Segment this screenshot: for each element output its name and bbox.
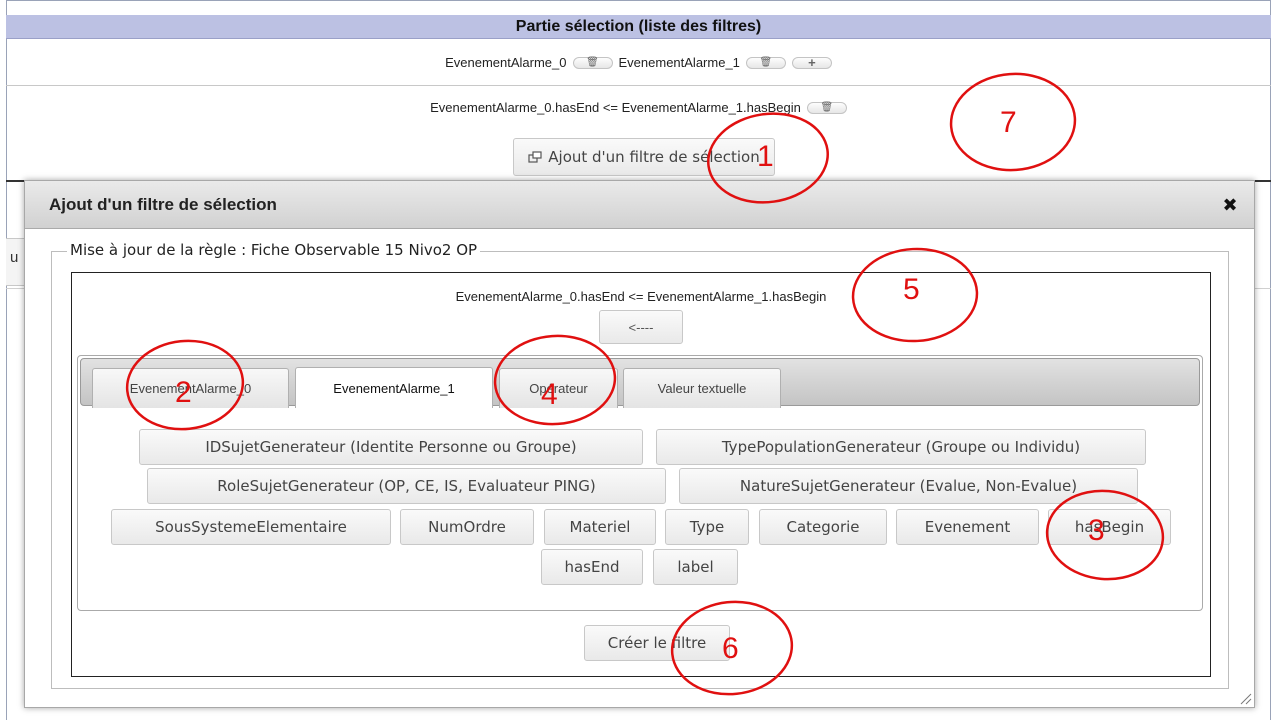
delete-filter-1-button[interactable]: 🗑 [745, 56, 786, 69]
tab-operateur[interactable]: Opérateur [499, 368, 618, 408]
window-icon [528, 151, 542, 163]
selection-header: Partie sélection (liste des filtres) [6, 15, 1271, 39]
dialog-title: Ajout d'un filtre de sélection [49, 194, 277, 214]
value-button-idsujetgenerateur[interactable]: IDSujetGenerateur (Identite Personne ou … [139, 429, 643, 465]
rule-legend: Mise à jour de la règle : Fiche Observab… [67, 241, 481, 259]
value-button-evenement[interactable]: Evenement [896, 509, 1039, 545]
plus-icon: + [808, 55, 816, 70]
add-selection-filter-button[interactable]: Ajout d'un filtre de sélection [513, 138, 775, 176]
tab-valeur-textuelle[interactable]: Valeur textuelle [623, 368, 781, 408]
filter-label-1: EvenementAlarme_1 [618, 55, 740, 70]
value-button-hasbegin[interactable]: hasBegin [1048, 509, 1171, 545]
current-expression-row: EvenementAlarme_0.hasEnd <= EvenementAla… [6, 100, 1271, 115]
value-button-numordre[interactable]: NumOrdre [400, 509, 534, 545]
current-expression: EvenementAlarme_0.hasEnd <= EvenementAla… [430, 100, 801, 115]
close-icon[interactable]: ✖ [1220, 195, 1240, 215]
tabs-panel: EvenementAlarme_0 EvenementAlarme_1 Opér… [77, 355, 1203, 611]
partial-tab-label: u [10, 249, 19, 266]
trash-icon: 🗑 [759, 56, 773, 68]
selection-header-title: Partie sélection (liste des filtres) [515, 17, 762, 35]
add-filter-small-button[interactable]: + [791, 55, 832, 70]
value-button-categorie[interactable]: Categorie [759, 509, 887, 545]
create-filter-button[interactable]: Créer le filtre [584, 625, 730, 661]
delete-filter-0-button[interactable]: 🗑 [572, 56, 613, 69]
value-button-materiel[interactable]: Materiel [544, 509, 656, 545]
resize-grip-icon[interactable] [1238, 691, 1252, 705]
rule-editor: EvenementAlarme_0.hasEnd <= EvenementAla… [71, 272, 1211, 677]
add-selection-filter-label: Ajout d'un filtre de sélection [548, 148, 760, 166]
add-filter-dialog: Ajout d'un filtre de sélection ✖ Mise à … [24, 180, 1255, 708]
rule-expression: EvenementAlarme_0.hasEnd <= EvenementAla… [455, 289, 827, 304]
tabs-bar: EvenementAlarme_0 EvenementAlarme_1 Opér… [80, 358, 1200, 408]
value-button-label[interactable]: label [653, 549, 738, 585]
tab-evenementalarme-1[interactable]: EvenementAlarme_1 [295, 367, 493, 408]
filters-list: EvenementAlarme_0 🗑 EvenementAlarme_1 🗑 … [6, 40, 1271, 86]
value-button-hasend[interactable]: hasEnd [541, 549, 643, 585]
dialog-titlebar[interactable]: Ajout d'un filtre de sélection [25, 181, 1254, 229]
back-button[interactable]: <---- [599, 310, 683, 344]
value-button-rolesujetgenerateur[interactable]: RoleSujetGenerateur (OP, CE, IS, Evaluat… [147, 468, 666, 504]
trash-icon: 🗑 [586, 56, 599, 68]
trash-icon: 🗑 [820, 101, 834, 113]
filter-label-0: EvenementAlarme_0 [445, 55, 567, 70]
value-button-soussystemeelementaire[interactable]: SousSystemeElementaire [111, 509, 391, 545]
value-button-type[interactable]: Type [665, 509, 749, 545]
value-button-typepopulationgenerateur[interactable]: TypePopulationGenerateur (Groupe ou Indi… [656, 429, 1146, 465]
delete-expression-button[interactable]: 🗑 [806, 101, 847, 114]
value-button-naturesujetgenerateur[interactable]: NatureSujetGenerateur (Evalue, Non-Evalu… [679, 468, 1138, 504]
tab-evenementalarme-0[interactable]: EvenementAlarme_0 [92, 368, 289, 408]
